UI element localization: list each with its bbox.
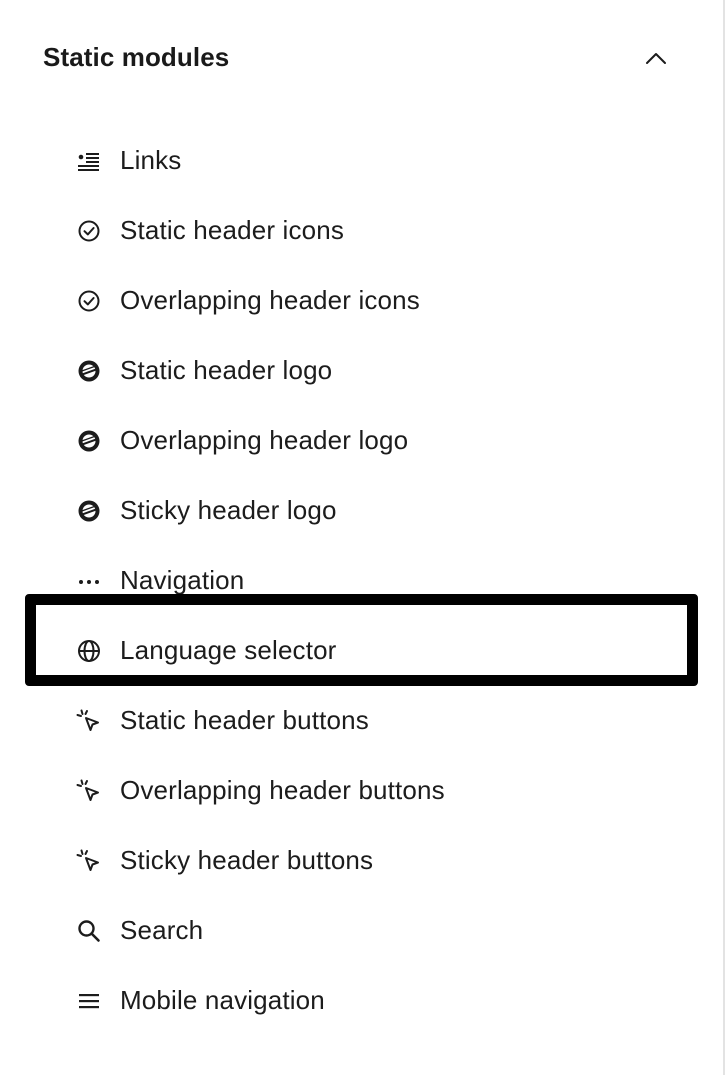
- module-item-mobile-navigation[interactable]: Mobile navigation: [0, 966, 722, 1036]
- module-item-search[interactable]: Search: [0, 896, 722, 966]
- module-item-label: Links: [120, 145, 182, 175]
- module-item-label: Search: [120, 915, 204, 945]
- cursor-click-icon: [76, 778, 102, 804]
- module-item-links[interactable]: Links: [0, 126, 722, 196]
- cursor-click-icon: [76, 848, 102, 874]
- module-item-overlapping-header-icons[interactable]: Overlapping header icons: [0, 266, 722, 336]
- static-modules-header[interactable]: Static modules: [0, 20, 722, 96]
- logo-icon: [76, 358, 102, 384]
- logo-icon: [76, 498, 102, 524]
- module-item-label: Sticky header logo: [120, 495, 337, 525]
- module-item-static-header-icons[interactable]: Static header icons: [0, 196, 722, 266]
- module-list: Links Static header icons Overlapping he…: [0, 126, 722, 1036]
- module-item-label: Static header icons: [120, 215, 344, 245]
- module-item-navigation[interactable]: Navigation: [0, 546, 722, 616]
- globe-icon: [76, 638, 102, 664]
- hamburger-menu-icon: [76, 988, 102, 1014]
- module-item-label: Navigation: [120, 565, 245, 595]
- module-item-language-selector[interactable]: Language selector: [0, 594, 722, 686]
- module-item-label: Mobile navigation: [120, 985, 325, 1015]
- module-item-sticky-header-logo[interactable]: Sticky header logo: [0, 476, 722, 546]
- module-item-label: Overlapping header icons: [120, 285, 420, 315]
- link-list-icon: [76, 148, 102, 174]
- module-item-overlapping-header-buttons[interactable]: Overlapping header buttons: [0, 756, 722, 826]
- module-item-label: Overlapping header logo: [120, 425, 409, 455]
- cursor-click-icon: [76, 708, 102, 734]
- ellipsis-icon: [76, 568, 102, 594]
- module-item-label: Static header buttons: [120, 705, 369, 735]
- search-icon: [76, 918, 102, 944]
- module-item-label: Static header logo: [120, 355, 333, 385]
- module-item-label: Sticky header buttons: [120, 845, 374, 875]
- check-circle-icon: [76, 218, 102, 244]
- static-modules-panel: Static modules Links Static header icons…: [0, 0, 722, 1075]
- logo-icon: [76, 428, 102, 454]
- module-item-sticky-header-buttons[interactable]: Sticky header buttons: [0, 826, 722, 896]
- chevron-up-icon[interactable]: [642, 44, 670, 72]
- module-item-label: Overlapping header buttons: [120, 775, 445, 805]
- module-item-overlapping-header-logo[interactable]: Overlapping header logo: [0, 406, 722, 476]
- module-item-static-header-buttons[interactable]: Static header buttons: [0, 686, 722, 756]
- module-item-static-header-logo[interactable]: Static header logo: [0, 336, 722, 406]
- section-title: Static modules: [43, 42, 230, 72]
- check-circle-icon: [76, 288, 102, 314]
- module-item-label: Language selector: [120, 635, 337, 665]
